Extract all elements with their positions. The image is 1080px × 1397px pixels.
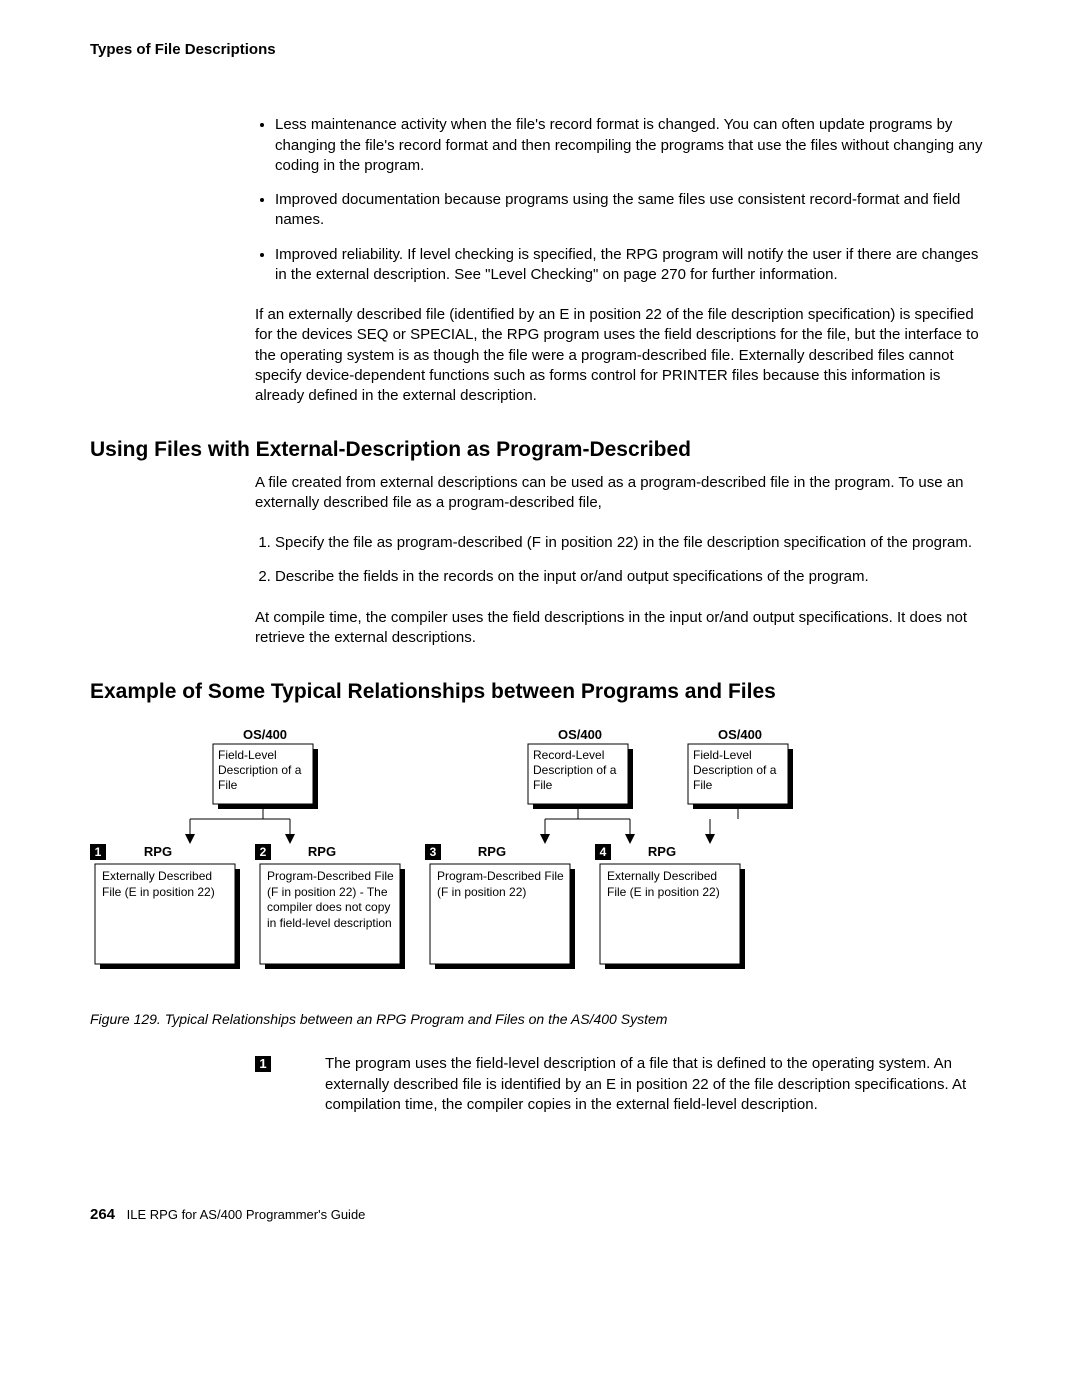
benefits-list: Less maintenance activity when the file'…	[255, 115, 990, 285]
section-heading-2: Example of Some Typical Relationships be…	[90, 678, 990, 706]
relationship-diagram: OS/400 OS/400 OS/400 Field-Level Descrip…	[90, 724, 990, 994]
running-head: Types of File Descriptions	[90, 40, 990, 60]
page-number: 264	[90, 1206, 115, 1223]
list-item: Improved reliability. If level checking …	[275, 245, 990, 286]
list-item: Less maintenance activity when the file'…	[275, 115, 990, 176]
book-title: ILE RPG for AS/400 Programmer's Guide	[127, 1207, 366, 1222]
os-label: OS/400	[718, 727, 762, 742]
bottom-box-3: Program-Described File (F in position 22…	[437, 869, 565, 900]
callout-text: The program uses the field-level descrip…	[325, 1054, 990, 1115]
bottom-box-2: Program-Described File (F in position 22…	[267, 869, 395, 931]
body-paragraph: At compile time, the compiler uses the f…	[255, 608, 990, 649]
intro-list-block: Less maintenance activity when the file'…	[255, 115, 990, 406]
rpg-label-1: 1 RPG	[90, 844, 172, 860]
top-box-2: Record-Level Description of a File	[533, 748, 623, 793]
top-box-1: Field-Level Description of a File	[218, 748, 308, 793]
callout-badge: 1	[255, 1056, 271, 1072]
body-paragraph: A file created from external description…	[255, 473, 990, 514]
list-item: Describe the fields in the records on th…	[275, 567, 990, 587]
svg-text:RPG: RPG	[308, 844, 336, 859]
list-item: Improved documentation because programs …	[275, 190, 990, 231]
svg-text:4: 4	[600, 845, 607, 859]
bottom-box-1: Externally Described File (E in position…	[102, 869, 230, 900]
ordered-steps: Specify the file as program-described (F…	[255, 533, 990, 588]
svg-text:RPG: RPG	[478, 844, 506, 859]
list-item: Specify the file as program-described (F…	[275, 533, 990, 553]
bottom-box-4: Externally Described File (E in position…	[607, 869, 735, 900]
section-heading-1: Using Files with External-Description as…	[90, 436, 990, 464]
rpg-label-4: 4 RPG	[595, 844, 676, 860]
rpg-label-3: 3 RPG	[425, 844, 506, 860]
figure-129: OS/400 OS/400 OS/400 Field-Level Descrip…	[90, 724, 990, 1029]
svg-text:2: 2	[260, 845, 267, 859]
figure-caption: Figure 129. Typical Relationships betwee…	[90, 1010, 990, 1029]
rpg-label-2: 2 RPG	[255, 844, 336, 860]
svg-text:1: 1	[95, 845, 102, 859]
os-label: OS/400	[558, 727, 602, 742]
body-paragraph: If an externally described file (identif…	[255, 305, 990, 406]
svg-text:3: 3	[430, 845, 437, 859]
svg-text:RPG: RPG	[648, 844, 676, 859]
svg-text:RPG: RPG	[144, 844, 172, 859]
callout-1: 1 The program uses the field-level descr…	[255, 1054, 990, 1115]
section1-body: A file created from external description…	[255, 473, 990, 649]
os-label: OS/400	[243, 727, 287, 742]
top-box-3: Field-Level Description of a File	[693, 748, 783, 793]
page-footer: 264 ILE RPG for AS/400 Programmer's Guid…	[90, 1205, 990, 1225]
